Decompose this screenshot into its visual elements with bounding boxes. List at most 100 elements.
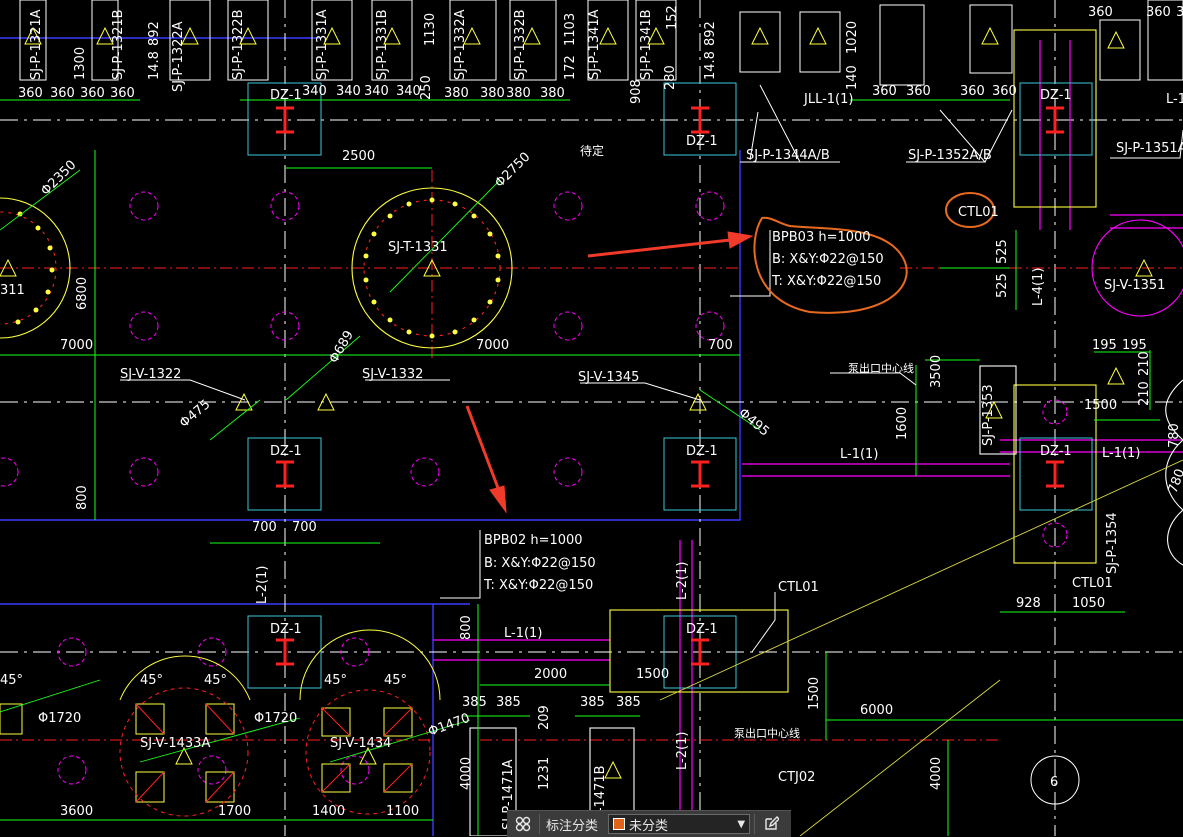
angle-45-a: 45° xyxy=(0,673,23,688)
top-label-1332a: SJ-P-1332A xyxy=(453,9,468,80)
phi-1720-b: Φ1720 xyxy=(254,711,297,726)
top-dim-892b: 892 xyxy=(703,21,718,46)
angle-45-e: 45° xyxy=(384,673,407,688)
dim-2500: 2500 xyxy=(342,149,375,164)
cluster-icon[interactable] xyxy=(507,811,539,837)
dimension-lines xyxy=(0,99,1183,836)
dim-7000-a: 7000 xyxy=(60,338,93,353)
top-dim-1020: 1020 xyxy=(845,21,860,54)
dim-360-4: 360 xyxy=(110,86,135,101)
beam-l2-c: L-2(1) xyxy=(675,732,690,770)
dim-360-3: 360 xyxy=(80,86,105,101)
dim-360-11: 360 xyxy=(1176,5,1183,20)
dim-2000: 2000 xyxy=(534,667,567,682)
dim-360-1: 360 xyxy=(18,86,43,101)
dim-209: 209 xyxy=(537,705,552,730)
phi-689: Φ689 xyxy=(326,328,357,366)
dim-360-9: 360 xyxy=(1088,5,1113,20)
phi-2750: Φ2750 xyxy=(492,150,533,191)
angle-45-c: 45° xyxy=(204,673,227,688)
category-label: 标注分类 xyxy=(546,818,599,834)
dim-1500-b: 1500 xyxy=(636,667,669,682)
bpb03-bottom: B: X&Y:Φ22@150 xyxy=(772,252,884,267)
dim-780-b: 780 xyxy=(1166,467,1183,495)
chevron-down-icon: ▼ xyxy=(737,818,746,830)
dim-525-a: 525 xyxy=(995,239,1010,264)
dim-525-b: 525 xyxy=(995,273,1010,298)
annotation-toolbar: 标注分类 未分类 ▼ xyxy=(507,810,791,837)
column-steel-icons xyxy=(276,106,1064,666)
dim-360-7: 360 xyxy=(960,84,985,99)
beam-l1-mid: L-1(1) xyxy=(840,447,878,462)
beam-l1-right: L-1(1) xyxy=(1102,446,1140,461)
top-label-1322a: SJ-P-1322A xyxy=(171,21,186,92)
top-dim-892: 892 xyxy=(147,21,162,46)
dim-1500-c: 1500 xyxy=(807,677,822,710)
ref-1352: SJ-P-1352A/B xyxy=(908,148,992,163)
bpb02-top: T: X&Y:Φ22@150 xyxy=(483,578,593,593)
bpb02-title: BPB02 h=1000 xyxy=(484,533,583,548)
category-swatch xyxy=(613,818,626,830)
dim-385-2: 385 xyxy=(496,695,521,710)
dim-1050: 1050 xyxy=(1072,596,1105,611)
dim-380-4: 380 xyxy=(540,86,565,101)
fixed-note: 待定 xyxy=(580,143,604,158)
dim-380-2: 380 xyxy=(480,86,505,101)
angle-45-d: 45° xyxy=(324,673,347,688)
top-dim-1300: 1300 xyxy=(73,47,88,80)
phi-495: Φ495 xyxy=(735,406,771,440)
dim-380-3: 380 xyxy=(506,86,531,101)
v1345-label: SJ-V-1345 xyxy=(578,370,639,385)
top-dim-1103: 1103 xyxy=(563,13,578,46)
beam-l1-top-right: L-1(1) xyxy=(1166,92,1183,107)
dz1-label-b: DZ-1 xyxy=(686,134,718,149)
top-label-1332b: SJ-P-1332B xyxy=(513,9,528,80)
top-dim-152: 152 xyxy=(665,5,680,30)
dim-1700: 1700 xyxy=(218,804,251,819)
top-dim-148b: 14.8 xyxy=(703,51,718,80)
dim-800-b: 800 xyxy=(459,615,474,640)
v1433a-label: SJ-V-1433A xyxy=(140,736,210,751)
dim-340-3: 340 xyxy=(364,84,389,99)
dim-6000: 6000 xyxy=(860,703,893,718)
dim-385-1: 385 xyxy=(462,695,487,710)
dim-250: 250 xyxy=(419,75,434,100)
dz1-label-d: DZ-1 xyxy=(270,444,302,459)
dim-280: 280 xyxy=(663,65,678,90)
edit-icon[interactable] xyxy=(755,811,787,837)
top-dim-140: 140 xyxy=(845,65,860,90)
dim-4000-a: 4000 xyxy=(459,757,474,790)
p1354-label: SJ-P-1354 xyxy=(1105,512,1120,574)
columns-dz1 xyxy=(247,82,1093,689)
beam-l2-a: L-2(1) xyxy=(255,566,270,604)
top-label-1331b: SJ-P-1331B xyxy=(375,9,390,80)
dz1-label-a: DZ-1 xyxy=(270,88,302,103)
beam-l1-bottom: L-1(1) xyxy=(504,626,542,641)
top-dim-1130: 1130 xyxy=(423,13,438,46)
dim-7000-b: 7000 xyxy=(476,338,509,353)
bpb03-top: T: X&Y:Φ22@150 xyxy=(771,274,881,289)
v1322-label: SJ-V-1322 xyxy=(120,367,181,382)
v1351-label: SJ-V-1351 xyxy=(1104,278,1165,293)
top-dim-148: 14.8 xyxy=(147,51,162,80)
category-select-value: 未分类 xyxy=(629,818,669,834)
dz1-label-h: DZ-1 xyxy=(686,622,718,637)
axis-6: 6 xyxy=(1050,775,1058,790)
dim-360-5: 360 xyxy=(872,84,897,99)
dz1-label-g: DZ-1 xyxy=(270,622,302,637)
ref-1351: SJ-P-1351A/ xyxy=(1116,141,1183,156)
ctl01-right: CTL01 xyxy=(1072,576,1113,591)
category-select[interactable]: 未分类 ▼ xyxy=(608,814,751,834)
equipment-triangles xyxy=(0,26,1153,779)
dim-360-8: 360 xyxy=(992,84,1017,99)
top-label-1321a: SJ-P-1321A xyxy=(29,9,44,80)
top-label-1322b: SJ-P-1322B xyxy=(231,9,246,80)
pump-center-a: 泵出口中心线 xyxy=(848,361,914,375)
ctl01-label: CTL01 xyxy=(958,205,999,220)
angle-45-b: 45° xyxy=(140,673,163,688)
cad-drawing-canvas[interactable]: SJ-P-1321A SJ-P-1321B SJ-P-1322A SJ-P-13… xyxy=(0,0,1183,836)
top-label-1341b: SJ-P-1341B xyxy=(639,9,654,80)
dim-780-a: 780 xyxy=(1167,423,1182,448)
top-dim-172: 172 xyxy=(563,55,578,80)
top-label-1341a: SJ-P-1341A xyxy=(587,9,602,80)
